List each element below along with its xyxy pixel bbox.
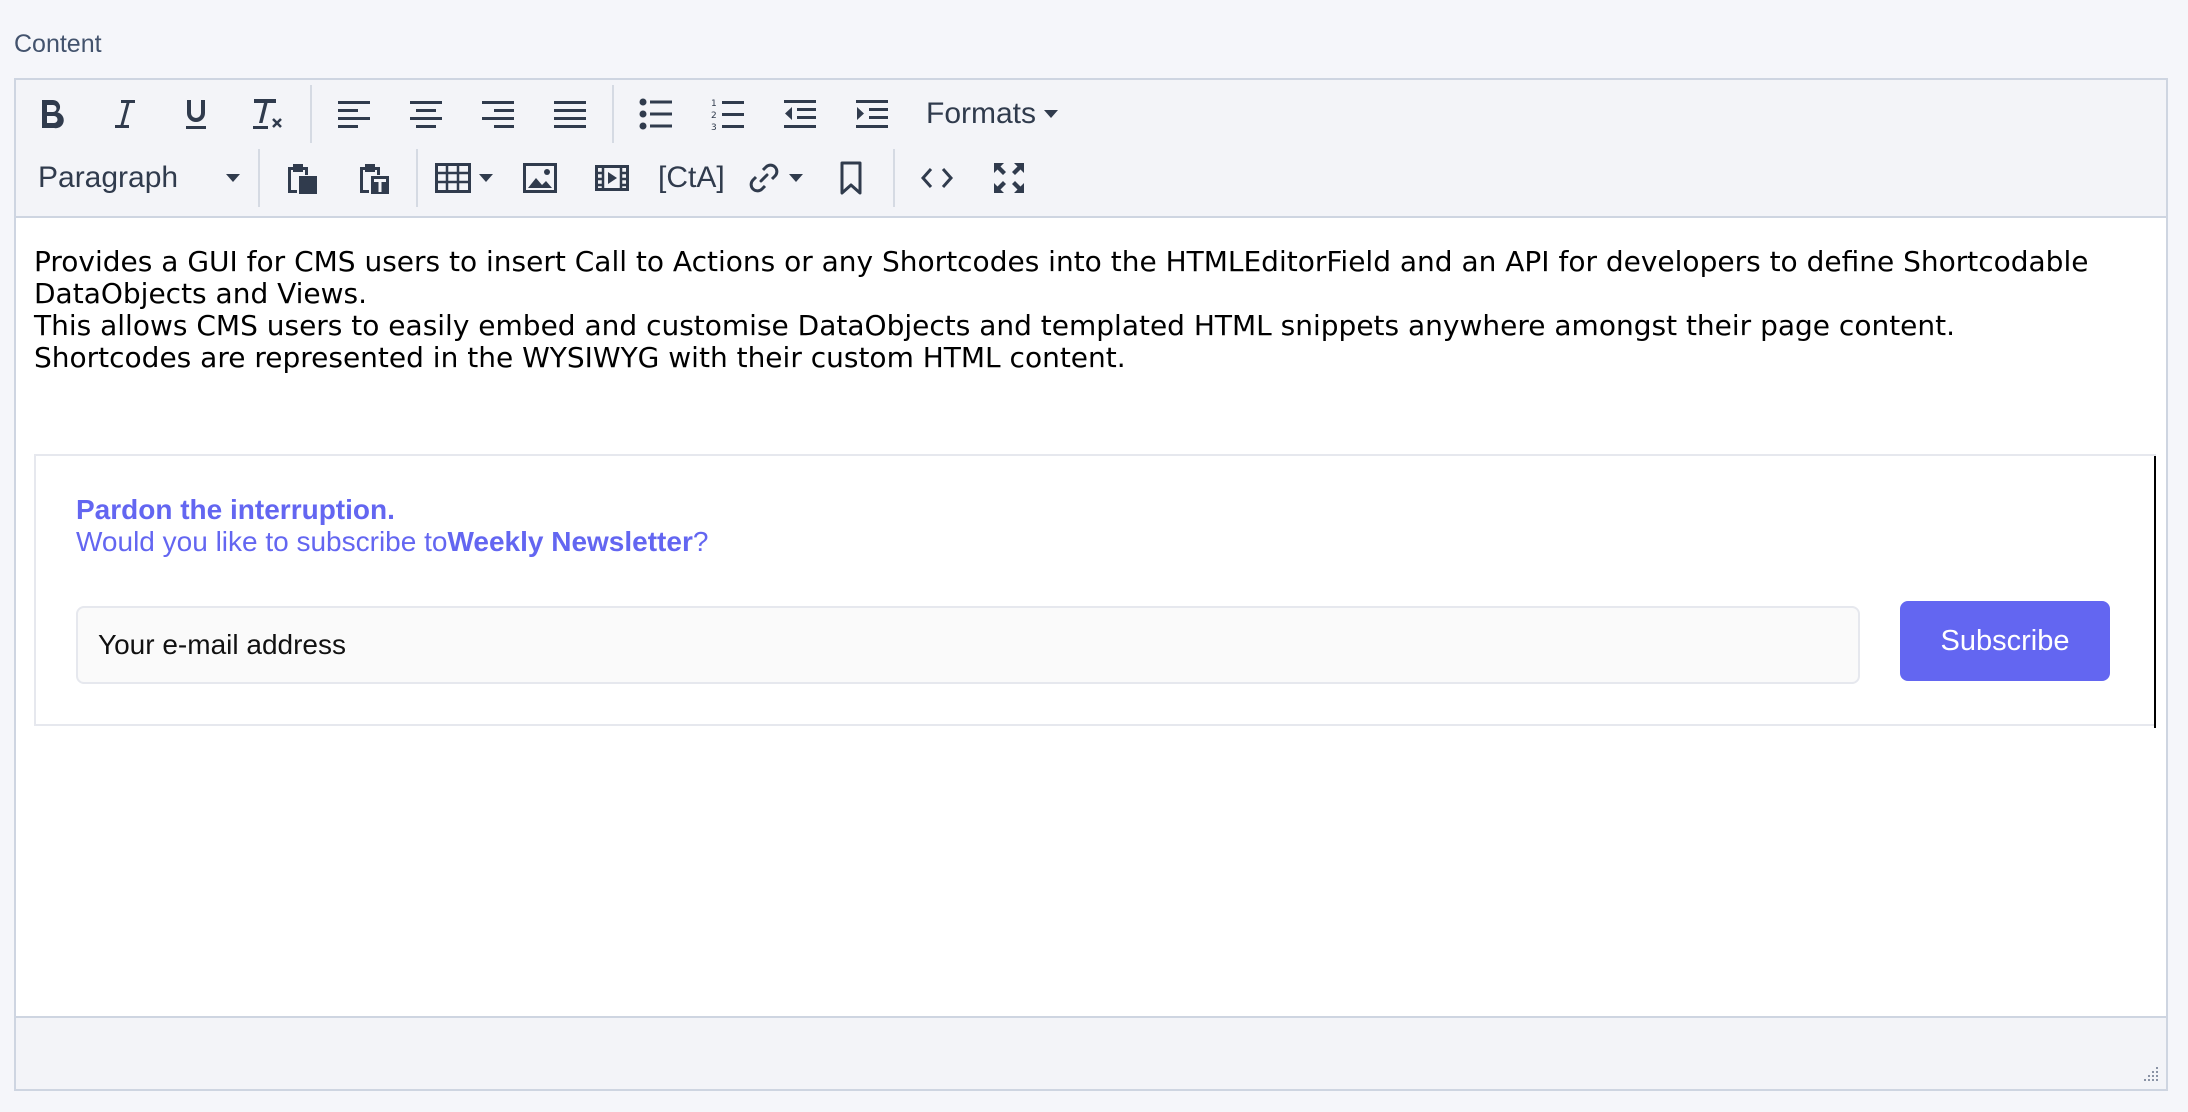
bold-icon: [42, 99, 64, 129]
align-justify-icon: [554, 101, 586, 128]
formats-label: Formats: [926, 97, 1037, 130]
italic-icon: [115, 100, 135, 128]
chevron-down-icon: [479, 174, 493, 182]
clear-formatting-icon: [253, 99, 282, 129]
content-line-3: Shortcodes are represented in the WYSIWY…: [34, 341, 1126, 374]
numbered-list-button[interactable]: 1 2 3: [692, 86, 764, 142]
paste-icon: [288, 164, 317, 194]
insert-image-button[interactable]: [504, 150, 576, 206]
indent-icon: [856, 100, 888, 128]
toolbar-separator: [310, 85, 312, 143]
insert-shortcode-button[interactable]: [CtA]: [648, 150, 735, 206]
outdent-button[interactable]: [764, 86, 836, 142]
svg-text:1: 1: [711, 99, 717, 109]
fullscreen-button[interactable]: [973, 150, 1045, 206]
align-center-icon: [410, 101, 442, 128]
editor-content-area[interactable]: Provides a GUI for CMS users to insert C…: [16, 218, 2166, 1018]
table-icon: [435, 163, 471, 193]
cta-title: Pardon the interruption.: [76, 494, 395, 525]
resize-handle-icon[interactable]: [2142, 1065, 2160, 1083]
toolbar-row-2: Paragraph [CtA]: [16, 146, 1045, 210]
subscribe-button[interactable]: Subscribe: [1900, 601, 2110, 681]
source-code-button[interactable]: [901, 150, 973, 206]
content-line-1: Provides a GUI for CMS users to insert C…: [34, 245, 2089, 310]
formats-menu-button[interactable]: Formats: [916, 86, 1068, 142]
cta-heading: Pardon the interruption. Would you like …: [76, 494, 708, 558]
toolbar-separator: [416, 149, 418, 207]
chevron-down-icon: [226, 174, 240, 182]
indent-button[interactable]: [836, 86, 908, 142]
content-line-2: This allows CMS users to easily embed an…: [34, 309, 1956, 342]
insert-media-button[interactable]: [576, 150, 648, 206]
table-menu-button[interactable]: [424, 150, 504, 206]
paste-as-text-button[interactable]: [338, 150, 410, 206]
paste-button[interactable]: [266, 150, 338, 206]
cta-prompt-suffix: ?: [692, 526, 709, 557]
svg-text:3: 3: [711, 123, 717, 131]
text-cursor: [2154, 456, 2156, 728]
cta-shortcode-block[interactable]: Pardon the interruption. Would you like …: [34, 454, 2156, 728]
toolbar-separator: [258, 149, 260, 207]
toolbar-separator: [612, 85, 614, 143]
bookmark-icon: [840, 161, 862, 195]
fullscreen-icon: [993, 163, 1024, 193]
cta-label: [CtA]: [658, 161, 725, 194]
paste-as-text-icon: [360, 164, 389, 194]
toolbar-row-1: 1 2 3 Formats: [16, 82, 1068, 146]
anchor-button[interactable]: [815, 150, 887, 206]
bullet-list-button[interactable]: [620, 86, 692, 142]
editor-statusbar: [16, 1016, 2166, 1089]
link-icon: [749, 163, 778, 193]
clear-formatting-button[interactable]: [232, 86, 304, 142]
block-format-select[interactable]: Paragraph: [16, 150, 252, 206]
align-justify-button[interactable]: [534, 86, 606, 142]
link-menu-button[interactable]: [735, 150, 815, 206]
underline-icon: [186, 100, 206, 129]
cta-newsletter-name: Weekly Newsletter: [447, 526, 693, 557]
editor-toolbar: 1 2 3 Formats Paragraph [CtA]: [16, 80, 2166, 218]
align-right-icon: [482, 101, 514, 128]
align-left-icon: [338, 101, 370, 128]
chevron-down-icon: [1044, 110, 1059, 118]
underline-button[interactable]: [160, 86, 232, 142]
field-label: Content: [14, 30, 102, 58]
align-right-button[interactable]: [462, 86, 534, 142]
block-format-value: Paragraph: [38, 161, 179, 194]
chevron-down-icon: [788, 174, 803, 182]
bullet-list-icon: [639, 98, 672, 130]
html-editor: 1 2 3 Formats Paragraph [CtA] Provides a G…: [14, 78, 2168, 1091]
numbered-list-icon: 1 2 3: [711, 99, 744, 131]
align-left-button[interactable]: [318, 86, 390, 142]
content-paragraph: Provides a GUI for CMS users to insert C…: [34, 246, 2144, 374]
code-icon: [920, 168, 953, 188]
bold-button[interactable]: [16, 86, 88, 142]
align-center-button[interactable]: [390, 86, 462, 142]
media-icon: [595, 165, 629, 191]
italic-button[interactable]: [88, 86, 160, 142]
toolbar-separator: [892, 149, 895, 207]
svg-text:2: 2: [711, 111, 717, 121]
cta-prompt-prefix: Would you like to subscribe to: [76, 526, 448, 557]
outdent-icon: [784, 100, 816, 128]
image-icon: [523, 163, 557, 193]
email-input[interactable]: [76, 606, 1860, 684]
